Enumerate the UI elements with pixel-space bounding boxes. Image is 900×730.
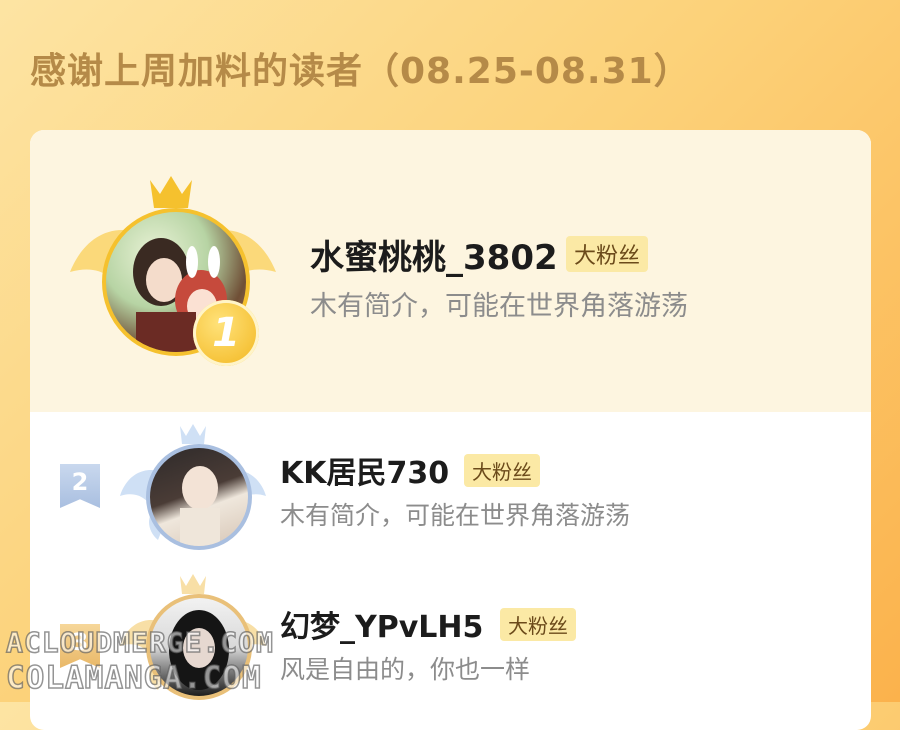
- rank-ribbon: 2: [60, 464, 100, 508]
- rank-number: 1: [212, 310, 240, 356]
- fan-level-badge: 大粉丝: [500, 608, 576, 641]
- fan-level-badge: 大粉丝: [464, 454, 540, 487]
- page-title: 感谢上周加料的读者（08.25-08.31）: [30, 51, 691, 92]
- reader-name[interactable]: KK居民730: [280, 448, 449, 492]
- avatar[interactable]: [146, 444, 252, 550]
- rank-1-medal: 1: [193, 300, 259, 366]
- reader-bio: 木有简介，可能在世界角落游荡: [280, 501, 631, 530]
- rank-number: 2: [71, 468, 89, 496]
- reader-bio: 风是自由的，你也一样: [280, 655, 531, 684]
- reader-name[interactable]: 水蜜桃桃_3802: [310, 230, 558, 279]
- crown-icon: [180, 424, 206, 444]
- reader-name[interactable]: 幻梦_YPvLH5: [280, 602, 483, 646]
- watermark-line-2: COLAMANGA.COM: [5, 659, 262, 697]
- crown-icon: [150, 176, 192, 208]
- list-item-rank-2[interactable]: 2 KK居民730 大粉丝 木有简介，可能在世界角落游荡: [30, 412, 871, 572]
- crown-icon: [180, 574, 206, 594]
- fan-level-badge: 大粉丝: [566, 236, 649, 272]
- watermark-line-1: ACLOUDMERGE.COM: [5, 625, 274, 660]
- list-item-rank-1[interactable]: 1 水蜜桃桃_3802 大粉丝 木有简介，可能在世界角落游荡: [30, 130, 871, 412]
- reader-bio: 木有简介，可能在世界角落游荡: [310, 291, 688, 322]
